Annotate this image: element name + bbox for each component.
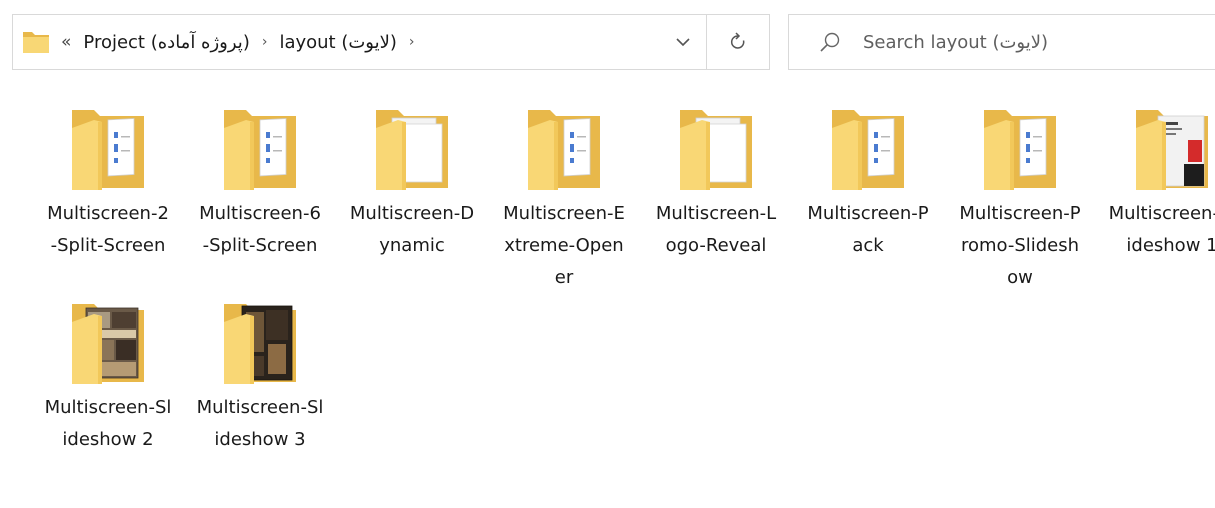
folder-name: Multiscreen-Extreme-Opener xyxy=(503,203,625,288)
folder-name: Multiscreen-Slideshow 2 xyxy=(44,397,172,450)
folder-name: Multiscreen-6-Split-Screen xyxy=(199,203,321,256)
folder-item[interactable]: Multiscreen-Slideshow 1 xyxy=(1102,100,1215,294)
folder-item[interactable]: Multiscreen-2-Split-Screen xyxy=(38,100,178,294)
folder-icon xyxy=(1136,110,1208,190)
search-icon xyxy=(820,32,840,52)
folder-icon xyxy=(680,110,752,190)
breadcrumb-separator[interactable]: › xyxy=(409,34,415,50)
breadcrumb-separator[interactable]: › xyxy=(262,34,268,50)
folder-name: Multiscreen-Dynamic xyxy=(349,203,475,256)
folder-icon xyxy=(832,110,904,190)
folder-item[interactable]: Multiscreen-Slideshow 2 xyxy=(38,294,178,488)
folder-item[interactable]: Multiscreen-Pack xyxy=(798,100,938,294)
folder-icon xyxy=(224,304,296,384)
folder-name: Multiscreen-Slideshow 1 xyxy=(1108,203,1215,256)
search-box[interactable] xyxy=(788,14,1215,70)
folder-item[interactable]: Multiscreen-Logo-Reveal xyxy=(646,100,786,294)
refresh-icon xyxy=(730,32,745,49)
chevron-down-icon xyxy=(676,38,690,47)
folder-item[interactable]: Multiscreen-Promo-Slideshow xyxy=(950,100,1090,294)
folder-item[interactable]: Multiscreen-Dynamic xyxy=(342,100,482,294)
folder-icon xyxy=(72,110,144,190)
breadcrumb-overflow-button[interactable]: « xyxy=(61,32,71,52)
folder-name: Multiscreen-Logo-Reveal xyxy=(655,203,777,256)
folder-name: Multiscreen-Promo-Slideshow xyxy=(959,203,1081,288)
folder-icon xyxy=(224,110,296,190)
breadcrumb-project[interactable]: Project (پروژه آماده) xyxy=(83,32,249,53)
search-input[interactable] xyxy=(861,30,1205,54)
folder-item[interactable]: Multiscreen-Slideshow 3 xyxy=(190,294,330,488)
file-explorer-window: « Project (پروژه آماده) › layout (لایوت)… xyxy=(0,0,1215,508)
folder-name: Multiscreen-2-Split-Screen xyxy=(47,203,169,256)
folder-name: Multiscreen-Slideshow 3 xyxy=(196,397,324,450)
address-bar[interactable]: « Project (پروژه آماده) › layout (لایوت)… xyxy=(12,14,770,70)
folder-icon xyxy=(984,110,1056,190)
folder-icon xyxy=(72,304,144,384)
folder-icon xyxy=(376,110,448,190)
folder-icon xyxy=(528,110,600,190)
breadcrumb-layout[interactable]: layout (لایوت) xyxy=(279,32,396,53)
folder-icon xyxy=(23,32,49,53)
folder-item[interactable]: Multiscreen-Extreme-Opener xyxy=(494,100,634,294)
folder-item[interactable]: Multiscreen-6-Split-Screen xyxy=(190,100,330,294)
recent-locations-dropdown[interactable] xyxy=(660,15,706,69)
folder-name: Multiscreen-Pack xyxy=(807,203,929,256)
refresh-button[interactable] xyxy=(706,15,769,69)
file-grid: Multiscreen-2-Split-Screen Multiscreen-6-… xyxy=(38,100,1215,488)
